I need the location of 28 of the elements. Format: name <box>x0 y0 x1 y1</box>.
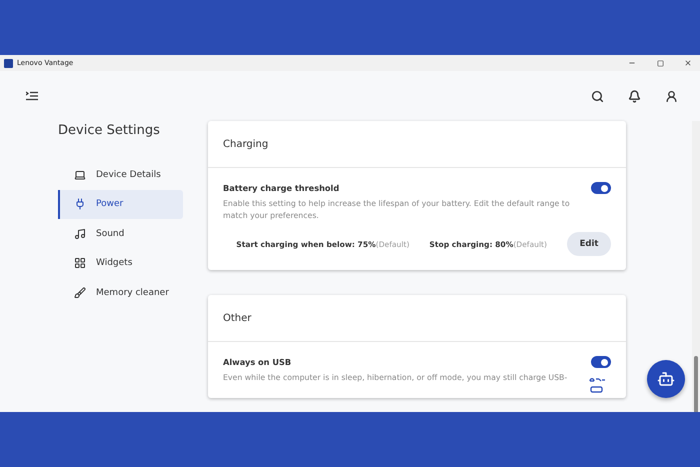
close-icon[interactable] <box>684 59 692 67</box>
notification-bell-icon[interactable] <box>628 90 641 102</box>
setting-title: Battery charge threshold <box>223 183 340 193</box>
grid-icon <box>74 257 86 270</box>
maximize-icon[interactable] <box>656 60 664 66</box>
music-note-icon <box>74 228 86 240</box>
setting-title: Always on USB <box>223 357 292 367</box>
assistant-button[interactable] <box>647 360 685 398</box>
sidebar-title: Device Settings <box>58 123 161 138</box>
usb-port-icon <box>588 376 606 394</box>
laptop-icon <box>74 168 86 181</box>
search-icon[interactable] <box>591 90 604 102</box>
app-logo-icon <box>4 58 13 68</box>
account-icon[interactable] <box>665 90 678 102</box>
scrollbar[interactable] <box>692 121 700 411</box>
card-title: Other <box>208 295 626 342</box>
toggle-switch[interactable] <box>591 182 611 194</box>
sidebar-item[interactable]: Widgets <box>58 248 183 278</box>
sidebar-item[interactable]: Memory cleaner <box>58 278 183 308</box>
card-title: Charging <box>208 121 626 168</box>
sidebar-item[interactable]: Sound <box>58 219 183 248</box>
edit-button[interactable]: Edit <box>567 232 611 256</box>
toggle-switch[interactable] <box>591 356 611 368</box>
brush-icon <box>74 286 86 299</box>
robot-icon <box>657 370 675 388</box>
sidebar-item[interactable]: Device Details <box>58 160 183 190</box>
sidebar-item[interactable]: Power <box>58 190 183 219</box>
plug-icon <box>74 198 86 210</box>
